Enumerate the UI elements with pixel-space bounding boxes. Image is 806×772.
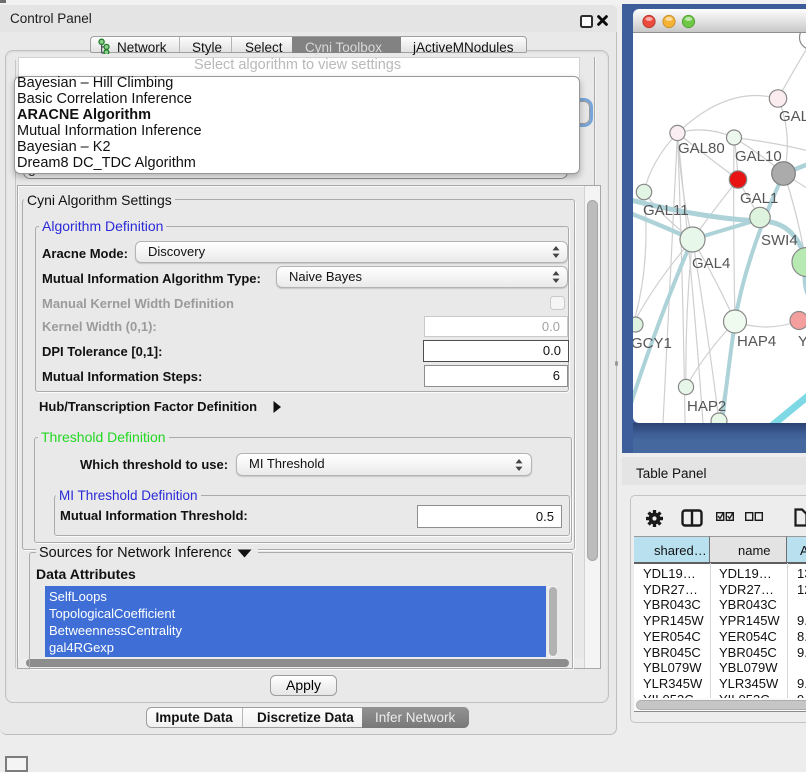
svg-text:GAL3: GAL3 xyxy=(779,108,806,125)
svg-text:HAP2: HAP2 xyxy=(687,398,726,415)
svg-text:GCY1: GCY1 xyxy=(633,335,672,352)
svg-text:GAL80: GAL80 xyxy=(678,140,725,157)
svg-text:GAL11: GAL11 xyxy=(643,202,689,219)
svg-text:GAL10: GAL10 xyxy=(735,148,782,165)
svg-text:Y: Y xyxy=(798,333,806,350)
svg-text:SWI4: SWI4 xyxy=(761,232,798,249)
svg-text:GAL1: GAL1 xyxy=(740,190,778,207)
svg-text:HAP4: HAP4 xyxy=(737,333,776,350)
svg-text:GAL4: GAL4 xyxy=(692,255,730,272)
